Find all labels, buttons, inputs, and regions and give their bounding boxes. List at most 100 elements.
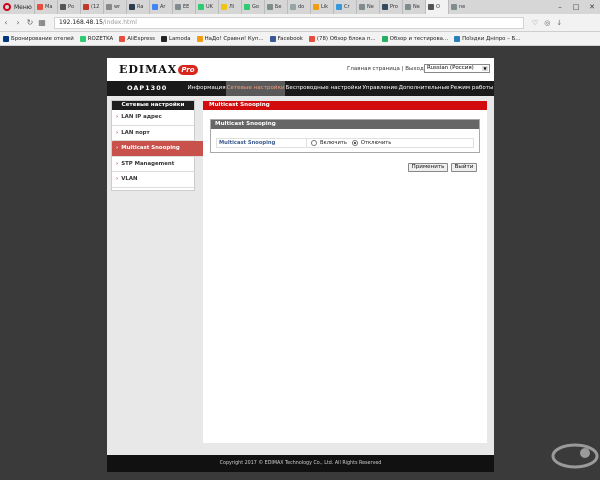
header-links[interactable]: Главная страница | Выход <box>347 66 424 72</box>
sidebar-item[interactable]: › Multicast Snooping <box>112 141 206 157</box>
disable-radio-label: Отключить <box>360 140 392 146</box>
settings-panel: Multicast Snooping Multicast Snooping Вк… <box>210 119 480 153</box>
multicast-radio-group: Включить Отключить <box>311 139 391 147</box>
browser-tab[interactable]: Ро <box>57 0 80 14</box>
url-input[interactable]: 192.168.48.15/index.html <box>54 16 524 29</box>
tab-label: EE <box>183 4 190 10</box>
browser-tab[interactable]: EE <box>172 0 195 14</box>
browser-tab[interactable]: Лі <box>218 0 241 14</box>
minimize-icon[interactable]: – <box>552 0 568 14</box>
nav-tab[interactable]: Информация <box>187 81 226 96</box>
logo-pro-badge: Pro <box>178 64 198 75</box>
chevron-right-icon: › <box>116 145 119 151</box>
sidebar-item-label: LAN IP адрес <box>121 114 162 120</box>
edimax-logo: EDIMAX Pro <box>119 63 198 76</box>
disable-radio[interactable] <box>351 140 358 146</box>
bookmark-item[interactable]: Бронирование отелей <box>3 35 74 42</box>
browser-tab[interactable]: Бе <box>264 0 287 14</box>
tab-label: Cr <box>344 4 350 10</box>
enable-radio[interactable] <box>311 140 317 146</box>
bookmark-favicon-icon <box>79 35 86 42</box>
browser-tab[interactable]: Pro <box>379 0 402 14</box>
tab-favicon-icon <box>37 4 43 10</box>
vpn-icon[interactable]: ◎ <box>544 19 550 27</box>
bookmark-item[interactable]: Facebook <box>269 35 303 42</box>
tab-label: Ne <box>413 4 420 10</box>
browser-tab-bar: Меню Ма Ро (12 wr Ra Ar EE UK Лі Go Бе do Lik Cr Ne Pro… <box>0 0 600 14</box>
nav-tabs: Информация Сетевые настройки Беспроводные … <box>187 81 494 96</box>
bookmark-item[interactable]: ROZETKA <box>79 35 113 42</box>
address-bar-actions: ♡ ◎ ↓ <box>532 19 562 27</box>
nav-tab[interactable]: Режим работы <box>450 81 494 96</box>
nav-tab[interactable]: Управление <box>362 81 398 96</box>
language-value: Russian (Россия) <box>427 65 474 71</box>
tab-favicon-icon <box>129 4 135 10</box>
browser-tab[interactable]: O <box>425 0 448 14</box>
tab-label: Lik <box>321 4 329 10</box>
browser-tab[interactable]: Ne <box>356 0 379 14</box>
tab-label: Ро <box>68 4 75 10</box>
bookmark-label: Lamoda <box>168 35 191 42</box>
model-name: OAP1300 <box>127 84 168 92</box>
language-select[interactable]: Russian (Россия) ▼ <box>424 64 490 73</box>
bookmark-label: НаДо! Сравни! Куп... <box>204 35 264 42</box>
sidebar-item[interactable]: › LAN порт <box>112 126 194 141</box>
sidebar-item[interactable]: › LAN IP адрес <box>112 110 194 126</box>
bookmarks-bar: Бронирование отелей ROZETKA AliExpress Lamo… <box>0 32 600 46</box>
exit-button[interactable]: Выйти <box>451 163 477 172</box>
tab-favicon-icon <box>83 4 89 10</box>
browser-tab[interactable]: Go <box>241 0 264 14</box>
nav-tab[interactable]: Беспроводные настройки <box>285 81 362 96</box>
sidebar-item[interactable]: › VLAN <box>112 172 194 188</box>
browser-tab[interactable]: do <box>287 0 310 14</box>
bookmark-item[interactable]: Обзор и тестирова... <box>381 35 449 42</box>
browser-tab[interactable]: Ма <box>34 0 57 14</box>
tab-label: O <box>436 4 440 10</box>
speed-dial-icon[interactable]: ▦ <box>36 18 48 27</box>
close-icon[interactable]: ✕ <box>584 0 600 14</box>
bookmark-item[interactable]: (78) Обзор блока п... <box>308 35 376 42</box>
bookmark-favicon-icon <box>269 35 276 42</box>
bookmark-item[interactable]: Поїздки Дніпро – Б... <box>454 35 521 42</box>
bookmark-heart-icon[interactable]: ♡ <box>532 19 538 27</box>
browser-tab[interactable]: Ra <box>126 0 149 14</box>
multicast-label: Multicast Snooping <box>219 139 307 147</box>
tab-label: Бе <box>275 4 282 10</box>
browser-tab[interactable]: Lik <box>310 0 333 14</box>
tab-label: ne <box>459 4 466 10</box>
tab-favicon-icon <box>336 4 342 10</box>
browser-tab[interactable]: Ne <box>402 0 425 14</box>
nav-tab[interactable]: Сетевые настройки <box>226 81 286 96</box>
tab-label: Ма <box>45 4 53 10</box>
bookmark-item[interactable]: НаДо! Сравни! Куп... <box>196 35 264 42</box>
browser-tab[interactable]: (12 <box>80 0 103 14</box>
browser-tab[interactable]: Ar <box>149 0 172 14</box>
bookmark-item[interactable]: Lamoda <box>160 35 191 42</box>
browser-tab[interactable]: wr <box>103 0 126 14</box>
bookmark-label: Поїздки Дніпро – Б... <box>462 35 521 42</box>
tab-favicon-icon <box>198 4 204 10</box>
reload-icon[interactable]: ↻ <box>24 18 36 27</box>
maximize-icon[interactable]: □ <box>568 0 584 14</box>
browser-tab[interactable]: UK <box>195 0 218 14</box>
download-icon[interactable]: ↓ <box>556 19 562 27</box>
bookmark-favicon-icon <box>454 35 461 42</box>
forward-icon[interactable]: › <box>12 18 24 27</box>
router-navbar: OAP1300 Информация Сетевые настройки Беспр… <box>107 81 494 96</box>
browser-tab[interactable]: Cr <box>333 0 356 14</box>
footer-copyright: Copyright 2017 © EDIMAX Technology Co., … <box>107 455 494 472</box>
bookmark-favicon-icon <box>308 35 315 42</box>
panel-title: Multicast Snooping <box>211 120 479 129</box>
sidebar-item[interactable]: › STP Management <box>112 157 194 172</box>
address-bar-row: ‹ › ↻ ▦ 192.168.48.15/index.html ♡ ◎ ↓ <box>0 14 600 32</box>
bookmark-label: Обзор и тестирова... <box>389 35 449 42</box>
nav-tab[interactable]: Дополнительные <box>398 81 450 96</box>
bookmark-favicon-icon <box>3 35 9 42</box>
bookmark-item[interactable]: AliExpress <box>119 35 155 42</box>
sidebar-item-label: VLAN <box>121 176 138 182</box>
browser-menu-button[interactable]: Меню <box>0 0 34 14</box>
apply-button[interactable]: Применить <box>408 163 448 172</box>
browser-tab[interactable]: ne <box>448 0 471 14</box>
tab-favicon-icon <box>290 4 296 10</box>
back-icon[interactable]: ‹ <box>0 18 12 27</box>
